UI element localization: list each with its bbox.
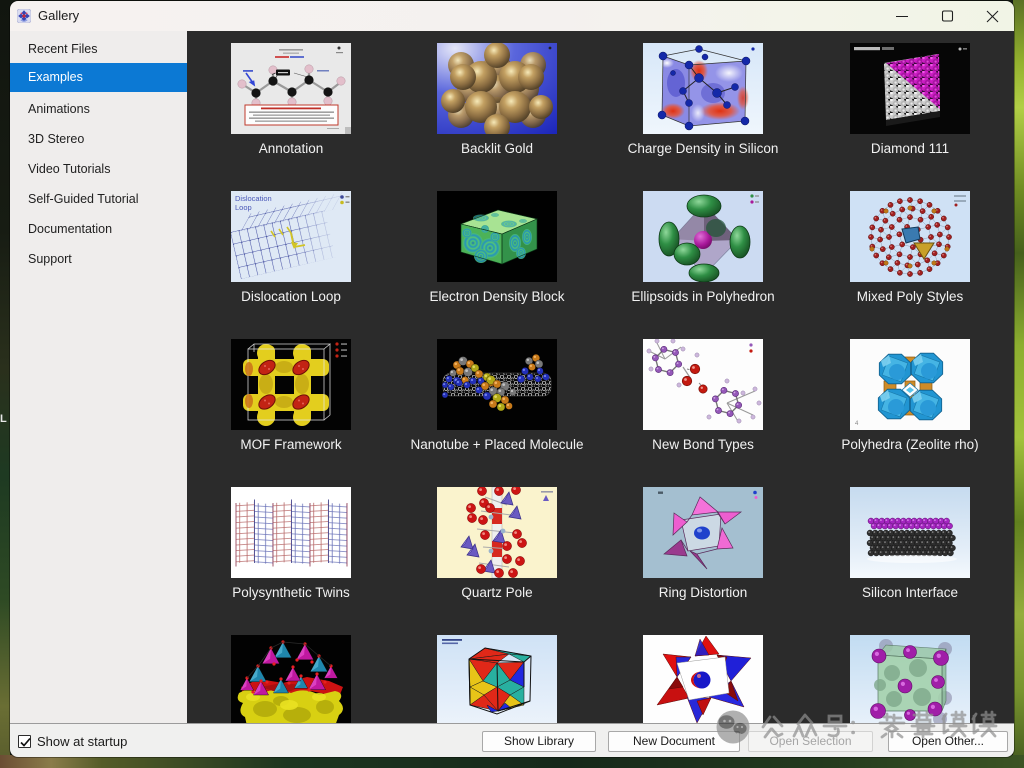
svg-text:Dislocation: Dislocation	[235, 194, 272, 203]
svg-text:Loop: Loop	[235, 203, 252, 212]
